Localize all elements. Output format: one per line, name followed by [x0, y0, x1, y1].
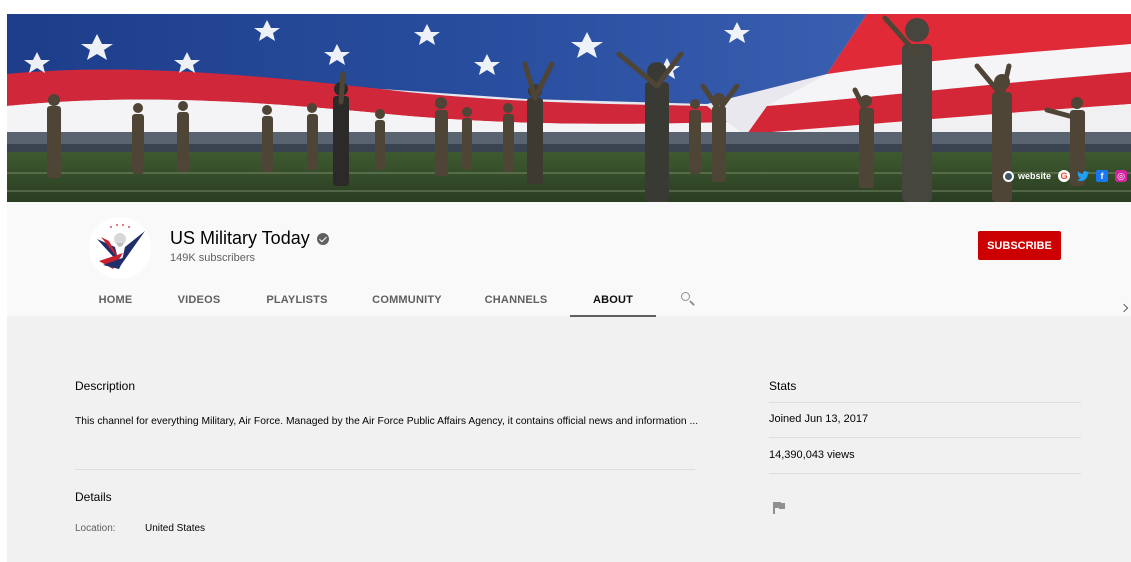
stats-divider-1 [769, 402, 1081, 403]
location-label: Location: [75, 523, 116, 534]
website-link-label: website [1017, 171, 1051, 181]
description-heading: Description [75, 379, 136, 393]
globe-icon [1002, 170, 1014, 182]
channel-name-text: US Military Today [170, 228, 310, 248]
channel-banner: website G f ◎ [7, 14, 1131, 202]
channel-name: US Military Today [170, 228, 329, 249]
about-section: Description This channel for everything … [7, 316, 1131, 562]
twitter-icon[interactable] [1077, 170, 1089, 182]
channel-search-icon[interactable] [681, 292, 695, 306]
chevron-right-icon[interactable] [1121, 305, 1129, 313]
banner-social-links: website G f ◎ [1002, 168, 1127, 184]
youtube-channel-page: website G f ◎ US Military Today 149K sub… [7, 14, 1131, 562]
view-count: 14,390,043 views [769, 449, 855, 461]
instagram-icon[interactable]: ◎ [1115, 170, 1127, 182]
description-divider [75, 469, 695, 470]
subscriber-count: 149K subscribers [170, 252, 255, 264]
location-value: United States [145, 523, 206, 534]
tab-about[interactable]: ABOUT [570, 294, 656, 317]
stats-heading: Stats [769, 379, 797, 393]
channel-avatar[interactable] [89, 217, 151, 279]
website-link[interactable]: website [1002, 170, 1051, 182]
eagle-logo-icon [89, 217, 151, 279]
twitter-bird-shape [1077, 171, 1089, 181]
details-heading: Details [75, 490, 112, 504]
channel-header: US Military Today 149K subscribers SUBSC… [7, 202, 1131, 317]
stats-divider-3 [769, 473, 1081, 474]
description-text: This channel for everything Military, Ai… [75, 416, 699, 427]
tab-playlists[interactable]: PLAYLISTS [263, 294, 331, 316]
subscribe-button[interactable]: SUBSCRIBE [978, 231, 1061, 260]
verified-badge-icon [316, 232, 329, 245]
tab-channels[interactable]: CHANNELS [482, 294, 550, 316]
tab-home[interactable]: HOME [93, 294, 138, 316]
tab-videos[interactable]: VIDEOS [175, 294, 223, 316]
report-flag-icon[interactable] [773, 502, 785, 514]
facebook-icon[interactable]: f [1096, 170, 1108, 182]
banner-image [7, 14, 1131, 202]
joined-date: Joined Jun 13, 2017 [769, 413, 869, 425]
tab-community[interactable]: COMMUNITY [369, 294, 445, 316]
stats-divider-2 [769, 437, 1081, 438]
google-icon[interactable]: G [1058, 170, 1070, 182]
